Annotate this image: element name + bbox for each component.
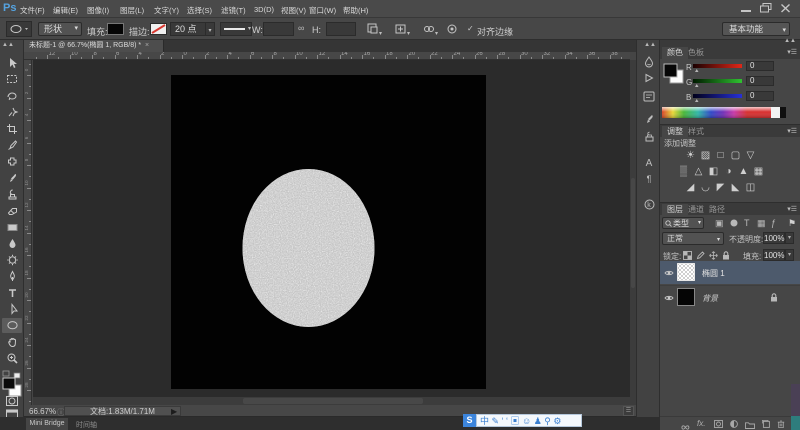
svg-text:k: k <box>647 202 651 209</box>
